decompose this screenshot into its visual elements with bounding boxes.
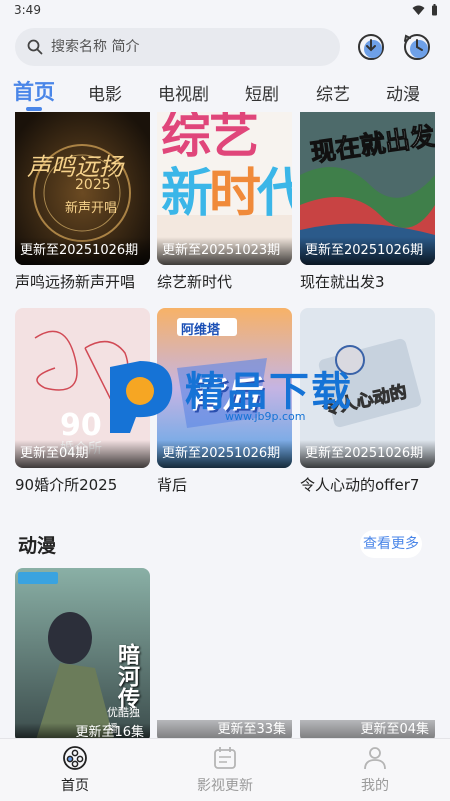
status-bar: 3:49 <box>0 0 450 22</box>
anime-card[interactable]: 更新至33集 <box>157 568 292 738</box>
poster-title-art: 背后 <box>187 375 260 416</box>
card-title: 声鸣远扬新声开唱 <box>15 273 136 291</box>
update-badge: 更新至20251026期 <box>300 440 435 468</box>
card-title: 90婚介所2025 <box>15 476 118 494</box>
variety-card[interactable]: 综艺 新时代 更新至20251023期 综艺新时代 <box>157 112 292 292</box>
nav-label: 首页 <box>61 778 89 794</box>
poster: 阿维塔 背后 更新至20251026期 <box>157 308 292 468</box>
update-badge: 更新至04期 <box>15 440 150 468</box>
battery-icon <box>432 4 437 16</box>
poster-year-art: 2025 <box>75 177 111 193</box>
tab-movies[interactable]: 电影 <box>88 80 122 105</box>
variety-card[interactable]: 90 婚介所 更新至04期 90婚介所2025 <box>15 308 150 495</box>
variety-card[interactable]: 现在就出发 更新至20251026期 现在就出发3 <box>300 112 435 292</box>
see-more-button[interactable]: 查看更多 <box>360 530 422 558</box>
film-reel-icon <box>63 746 87 770</box>
poster: 令人心动的 更新至20251026期 <box>300 308 435 468</box>
tab-short-drama[interactable]: 短剧 <box>245 80 279 105</box>
nav-profile[interactable]: 我的 <box>325 745 425 795</box>
update-badge: 更新至20251023期 <box>157 237 292 265</box>
tab-indicator <box>26 107 42 111</box>
update-badge: 更新至20251026期 <box>15 237 150 265</box>
status-time: 3:49 <box>14 3 41 17</box>
variety-card[interactable]: 阿维塔 背后 更新至20251026期 背后 <box>157 308 292 495</box>
category-tabs: 首页 电影 电视剧 短剧 综艺 动漫 <box>0 76 450 111</box>
update-badge: 更新至04集 <box>300 720 435 738</box>
tab-anime[interactable]: 动漫 <box>386 80 420 105</box>
update-badge: 更新至33集 <box>157 720 292 738</box>
nav-home[interactable]: 首页 <box>25 745 125 795</box>
variety-card[interactable]: 令人心动的 更新至20251026期 令人心动的offer7 <box>300 308 435 495</box>
user-icon <box>364 747 386 770</box>
history-icon[interactable] <box>402 32 432 62</box>
search-bar[interactable] <box>15 28 340 66</box>
tab-variety[interactable]: 综艺 <box>316 80 350 105</box>
nav-updates[interactable]: 影视更新 <box>175 745 275 795</box>
wifi-icon <box>412 5 425 15</box>
bottom-nav: 首页 影视更新 我的 <box>0 738 450 801</box>
status-icons <box>412 4 438 16</box>
poster-title-art: 暗河传 <box>114 643 139 709</box>
update-badge: 更新至20251026期 <box>300 237 435 265</box>
poster: 更新至04集 <box>300 568 435 738</box>
card-title: 背后 <box>157 476 188 494</box>
search-input[interactable] <box>49 38 303 56</box>
update-badge: 更新至16集 <box>15 723 150 738</box>
card-title: 综艺新时代 <box>157 273 233 291</box>
update-badge: 更新至20251026期 <box>157 440 292 468</box>
poster-title-art: 综艺 <box>161 112 259 164</box>
tab-tv-series[interactable]: 电视剧 <box>158 80 209 105</box>
poster-sub-art: 新声开唱 <box>65 201 118 216</box>
home-feed[interactable]: 声鸣远扬 2025 新声开唱 更新至20251026期 声鸣远扬新声开唱 综艺 … <box>0 112 450 738</box>
poster: 90 婚介所 更新至04期 <box>15 308 150 468</box>
poster-sub-art: 新时代 <box>161 164 292 224</box>
anime-card[interactable]: 更新至04集 <box>300 568 435 738</box>
download-icon[interactable] <box>356 32 386 62</box>
tab-home[interactable]: 首页 <box>13 76 55 106</box>
poster: 现在就出发 更新至20251026期 <box>300 112 435 265</box>
card-title: 令人心动的offer7 <box>300 476 420 494</box>
nav-label: 影视更新 <box>197 778 253 794</box>
poster: 综艺 新时代 更新至20251023期 <box>157 112 292 265</box>
poster: 声鸣远扬 2025 新声开唱 更新至20251026期 <box>15 112 150 265</box>
poster: 暗河传 优酷独播 更新至16集 <box>15 568 150 738</box>
anime-card[interactable]: 暗河传 优酷独播 更新至16集 <box>15 568 150 738</box>
card-title: 现在就出发3 <box>300 273 385 291</box>
search-icon <box>27 39 43 55</box>
poster-brand-art: 阿维塔 <box>181 323 221 338</box>
nav-label: 我的 <box>361 778 389 794</box>
anime-section-header: 动漫 查看更多 <box>0 526 450 560</box>
variety-card[interactable]: 声鸣远扬 2025 新声开唱 更新至20251026期 声鸣远扬新声开唱 <box>15 112 150 292</box>
section-title: 动漫 <box>18 535 57 557</box>
poster: 更新至33集 <box>157 568 292 738</box>
calendar-icon <box>214 747 236 769</box>
